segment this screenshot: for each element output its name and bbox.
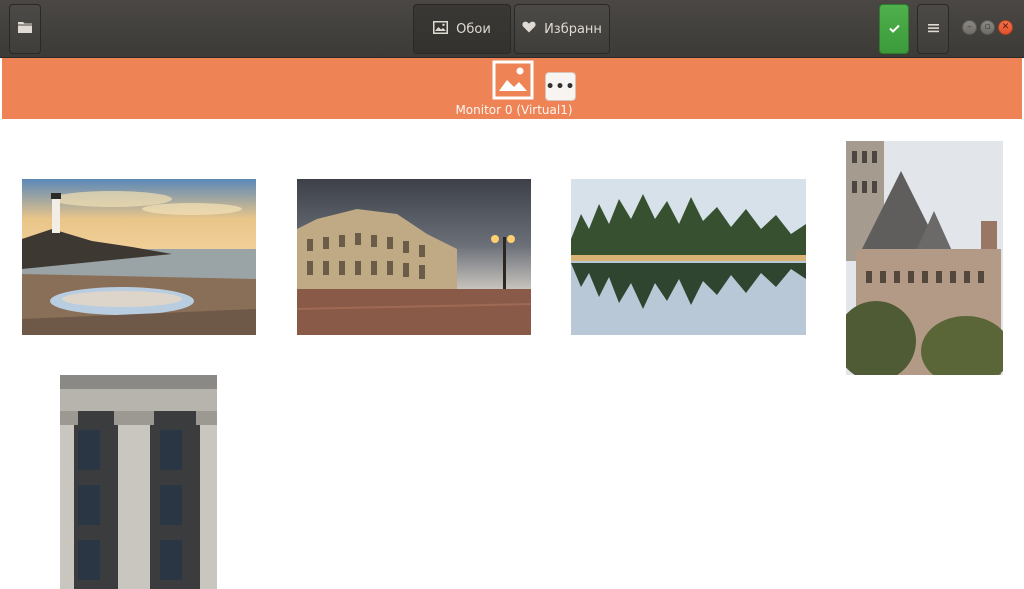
maximize-button[interactable]: ▫ [980, 20, 995, 35]
palace-image [297, 179, 531, 335]
close-icon: ✕ [1001, 22, 1010, 32]
tab-favorites-label: Избранн [544, 21, 602, 37]
wallpaper-thumbnail-lighthouse[interactable] [22, 179, 256, 335]
close-button[interactable]: ✕ [998, 20, 1013, 35]
checkmark-icon [888, 22, 900, 37]
main-menu-button[interactable] [917, 4, 949, 54]
minimize-button[interactable]: – [962, 20, 977, 35]
castle-image [846, 141, 1003, 375]
maximize-icon: ▫ [984, 22, 991, 32]
wallpaper-thumbnail-castle[interactable] [846, 141, 1003, 375]
open-folder-button[interactable] [9, 4, 41, 54]
columns-image [60, 375, 217, 589]
wallpaper-thumbnail-columns[interactable] [60, 375, 217, 589]
heart-icon [522, 21, 536, 37]
window-controls: – ▫ ✕ [962, 20, 1013, 35]
apply-button[interactable] [879, 4, 909, 54]
monitor-bar: ••• Monitor 0 (Virtual1) [2, 58, 1022, 119]
monitor-image-icon[interactable] [492, 60, 534, 100]
hamburger-menu-icon [927, 22, 939, 37]
wallpaper-thumbnail-lake[interactable] [571, 179, 806, 335]
wallpaper-thumbnail-palace[interactable] [297, 179, 531, 335]
minimize-icon: – [967, 22, 972, 32]
monitor-label: Monitor 0 (Virtual1) [455, 103, 573, 117]
folder-icon [17, 20, 33, 38]
lake-image [571, 179, 806, 335]
tab-wallpapers[interactable]: Обои [413, 4, 511, 54]
ellipsis-icon: ••• [545, 78, 576, 95]
header-bar: Обои Избранн – ▫ ✕ [0, 0, 1024, 58]
monitor-options-button[interactable]: ••• [545, 72, 576, 101]
tab-wallpapers-label: Обои [456, 21, 491, 37]
image-icon [433, 20, 449, 38]
tab-favorites[interactable]: Избранн [514, 4, 610, 54]
lighthouse-image [22, 179, 256, 335]
